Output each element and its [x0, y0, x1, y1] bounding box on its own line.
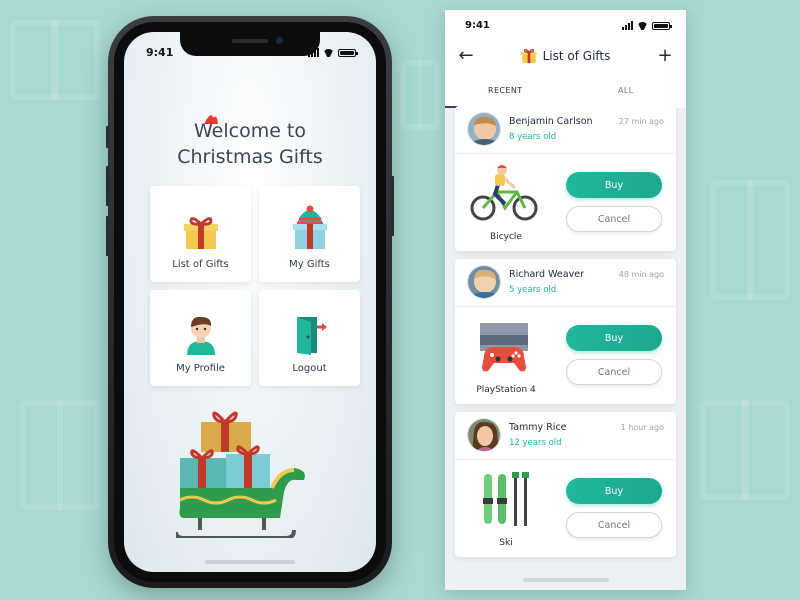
wifi-icon	[323, 49, 334, 57]
phone-side-button	[106, 126, 109, 148]
tile-list-of-gifts[interactable]: List of Gifts	[150, 186, 251, 282]
welcome-title: Welcome to	[193, 120, 307, 142]
home-indicator	[522, 578, 609, 582]
gift-request-list: Benjamin Carlson 8 years old 27 min ago …	[455, 106, 676, 565]
menu-grid: List of Gifts My Gifts My Profile Logout	[150, 186, 362, 386]
logout-icon	[296, 317, 327, 355]
add-icon[interactable]: +	[656, 47, 674, 65]
phone-side-button	[391, 176, 394, 236]
buy-button[interactable]: Buy	[566, 172, 662, 198]
tile-label: My Profile	[176, 363, 225, 374]
card-header: Richard Weaver 5 years old 48 min ago	[455, 259, 676, 307]
battery-icon	[652, 21, 672, 30]
background-gift-decoration	[10, 20, 100, 100]
avatar	[467, 265, 501, 299]
cancel-button[interactable]: Cancel	[566, 359, 662, 385]
child-age: 5 years old	[509, 285, 557, 295]
profile-icon	[186, 316, 215, 355]
buy-button[interactable]: Buy	[566, 478, 662, 504]
phone-bezel: 9:41 Welcome to Christmas Gifts List of …	[114, 22, 386, 582]
status-time: 9:41	[465, 20, 490, 31]
gift-name: Ski	[499, 538, 513, 548]
playstation-icon	[469, 317, 539, 375]
status-time: 9:41	[146, 46, 174, 59]
cancel-button[interactable]: Cancel	[566, 512, 662, 538]
home-indicator	[205, 560, 295, 564]
status-icons	[308, 46, 358, 59]
avatar	[467, 112, 501, 146]
phone-side-button	[106, 166, 109, 206]
gift-request-card: Tammy Rice 12 years old 1 hour ago Ski B…	[455, 412, 676, 557]
tile-my-profile[interactable]: My Profile	[150, 290, 251, 386]
status-icons	[622, 20, 672, 31]
phone-side-button	[106, 216, 109, 256]
card-header: Tammy Rice 12 years old 1 hour ago	[455, 412, 676, 460]
tab-recent[interactable]: RECENT	[445, 78, 566, 108]
child-name: Richard Weaver	[509, 269, 584, 280]
sleigh-illustration	[176, 411, 305, 538]
child-name: Benjamin Carlson	[509, 116, 593, 127]
signal-icon	[308, 48, 319, 57]
page-title: List of Gifts	[542, 49, 611, 63]
nav-title: List of Gifts	[521, 48, 611, 64]
tab-bar: RECENT ALL	[445, 78, 686, 108]
gift-name: Bicycle	[490, 232, 522, 242]
gift-list-screen: 9:41 ← List of Gifts + RECENT ALL Benjam…	[445, 10, 686, 590]
card-header: Benjamin Carlson 8 years old 27 min ago	[455, 106, 676, 154]
home-screen: 9:41 Welcome to Christmas Gifts List of …	[124, 32, 376, 572]
gift-name: PlayStation 4	[476, 385, 536, 395]
child-age: 8 years old	[509, 132, 557, 142]
request-time: 1 hour ago	[620, 423, 664, 432]
status-bar: 9:41	[465, 20, 672, 31]
back-arrow-icon[interactable]: ←	[457, 47, 475, 65]
buy-button[interactable]: Buy	[566, 325, 662, 351]
front-camera	[276, 37, 283, 44]
ski-icon	[469, 470, 539, 528]
tile-label: My Gifts	[289, 259, 330, 270]
child-name: Tammy Rice	[509, 422, 567, 433]
avatar	[467, 418, 501, 452]
gift-request-card: Richard Weaver 5 years old 48 min ago Pl…	[455, 259, 676, 404]
background-gift-decoration	[710, 180, 790, 300]
tab-all[interactable]: ALL	[566, 78, 687, 108]
background-gift-decoration	[20, 400, 100, 510]
cancel-button[interactable]: Cancel	[566, 206, 662, 232]
tile-label: Logout	[292, 363, 327, 374]
background-gift-decoration	[400, 60, 440, 130]
gift-with-hat-icon	[292, 205, 327, 249]
tile-logout[interactable]: Logout	[259, 290, 360, 386]
wifi-icon	[637, 22, 648, 30]
welcome-heading: Welcome to Christmas Gifts	[124, 118, 376, 170]
request-time: 27 min ago	[618, 117, 664, 126]
gift-icon	[183, 217, 218, 249]
request-time: 48 min ago	[618, 270, 664, 279]
speaker	[232, 39, 268, 43]
status-bar: 9:41	[146, 46, 358, 59]
app-header: 9:41 ← List of Gifts + RECENT ALL	[445, 10, 686, 108]
battery-icon	[338, 48, 358, 57]
child-age: 12 years old	[509, 438, 562, 448]
tile-my-gifts[interactable]: My Gifts	[259, 186, 360, 282]
gift-icon	[521, 48, 537, 64]
background-gift-decoration	[700, 400, 790, 500]
tile-label: List of Gifts	[172, 259, 229, 270]
welcome-subtitle: Christmas Gifts	[177, 146, 323, 168]
gift-request-card: Benjamin Carlson 8 years old 27 min ago …	[455, 106, 676, 251]
home-phone: 9:41 Welcome to Christmas Gifts List of …	[106, 16, 394, 588]
bicycle-icon	[469, 164, 539, 222]
signal-icon	[622, 21, 633, 30]
nav-bar: ← List of Gifts +	[457, 44, 674, 68]
